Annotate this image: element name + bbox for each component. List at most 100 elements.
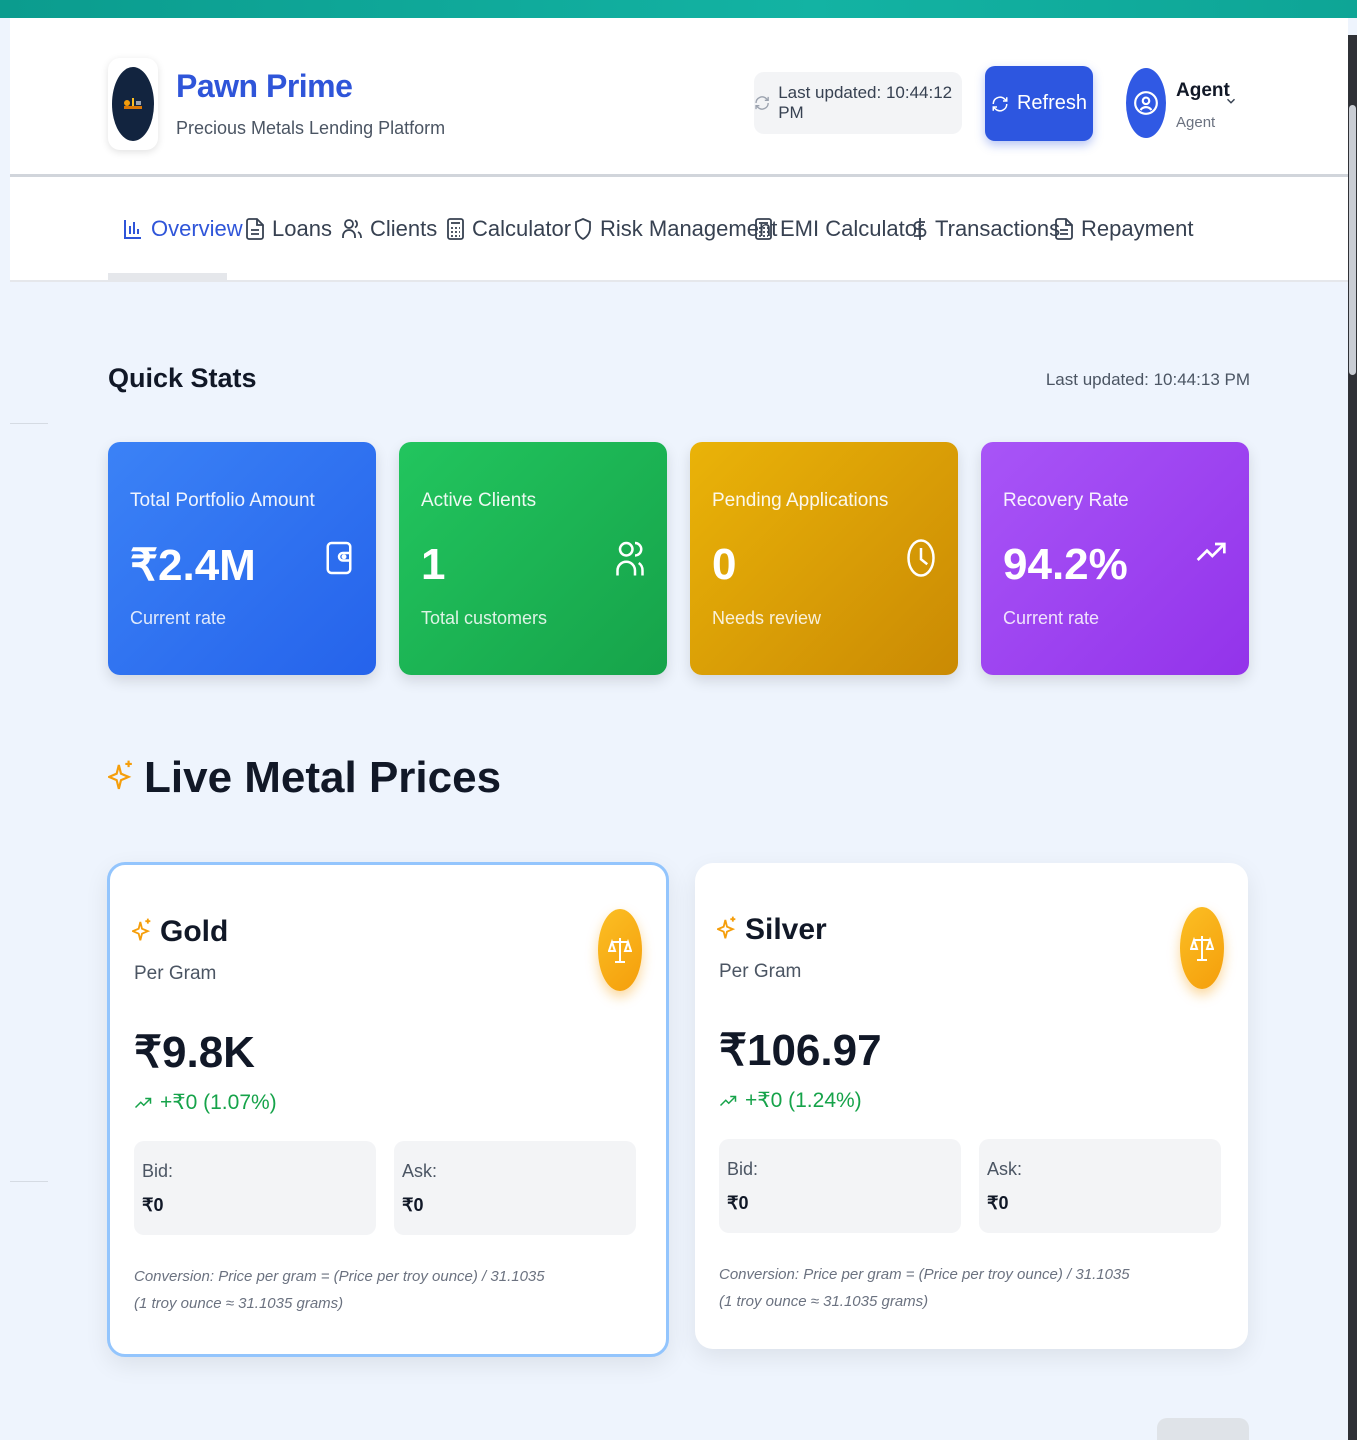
scale-badge (598, 909, 642, 991)
user-circle-icon (1134, 91, 1158, 115)
bid-value: ₹0 (142, 1195, 164, 1215)
stat-label: Pending Applications (712, 490, 889, 511)
bid-label: Bid: (727, 1159, 759, 1179)
refresh-button[interactable]: Refresh (985, 66, 1093, 141)
bid-value: ₹0 (727, 1193, 749, 1213)
tab-emi-calculator[interactable]: EMI Calculator (755, 177, 924, 280)
sparkles-icon (108, 760, 132, 790)
refresh-label: Refresh (1016, 92, 1088, 114)
users-icon (616, 541, 644, 576)
stat-value: 0 (712, 540, 737, 589)
partial-button[interactable] (1157, 1418, 1249, 1440)
tab-overview[interactable]: Overview (123, 177, 243, 280)
ask-box: Ask: ₹0 (979, 1139, 1221, 1233)
live-metal-prices-title: Live Metal Prices (108, 753, 501, 803)
conversion-note: Conversion: Price per gram = (Price per … (719, 1261, 1130, 1315)
shield-icon (575, 217, 591, 240)
sparkles-icon (132, 918, 151, 941)
app-title: Pawn Prime (176, 68, 353, 104)
stat-card-active-clients[interactable]: Active Clients 1 Total customers (399, 442, 667, 675)
wallet-icon (326, 541, 352, 575)
scale-icon (1190, 936, 1214, 961)
user-name[interactable]: Agent (1176, 80, 1230, 102)
conversion-formula: Conversion: Price per gram = (Price per … (134, 1268, 545, 1285)
tab-overview-label: Overview (151, 215, 243, 241)
stat-card-pending-applications[interactable]: Pending Applications 0 Needs review (690, 442, 958, 675)
scrollbar-thumb[interactable] (1349, 105, 1356, 375)
conversion-ratio: (1 troy ounce ≈ 31.1035 grams) (134, 1295, 344, 1312)
user-role: Agent (1176, 114, 1216, 131)
tab-repayment[interactable]: Repayment (1055, 177, 1194, 280)
quick-stats-last-updated: Last updated: 10:44:13 PM (1045, 370, 1250, 389)
metal-name: Gold (132, 915, 228, 949)
file-icon (246, 217, 264, 240)
stat-value: 94.2% (1003, 540, 1128, 589)
ask-value: ₹0 (987, 1193, 1009, 1213)
tab-clients-label: Clients (370, 215, 438, 241)
metal-change: +₹0 (1.07%) (134, 1090, 277, 1115)
scrollbar[interactable] (1348, 35, 1357, 1440)
sparkles-icon (717, 916, 736, 939)
app-header: Pawn Prime Precious Metals Lending Platf… (10, 18, 1348, 177)
metal-change-text: +₹0 (1.07%) (160, 1091, 277, 1114)
scale-badge (1180, 907, 1224, 989)
section-title-text: Live Metal Prices (144, 753, 502, 802)
bar-chart-icon (124, 219, 141, 239)
main-nav: Overview Loans Clients Calculator Risk M… (10, 177, 1348, 282)
ask-label: Ask: (987, 1159, 1023, 1179)
chevron-down-icon[interactable] (1224, 94, 1238, 108)
metal-unit: Per Gram (719, 961, 802, 982)
ask-box: Ask: ₹0 (394, 1141, 636, 1235)
bid-label: Bid: (142, 1161, 174, 1181)
calculator-icon (447, 217, 464, 240)
quick-stats-title: Quick Stats (108, 363, 257, 393)
tab-loans-label: Loans (272, 215, 332, 241)
refresh-icon (992, 96, 1008, 111)
user-avatar[interactable] (1126, 68, 1166, 138)
tab-calculator[interactable]: Calculator (447, 177, 571, 280)
bid-box: Bid: ₹0 (719, 1139, 961, 1233)
tab-clients[interactable]: Clients (342, 177, 437, 280)
metal-change: +₹0 (1.24%) (719, 1088, 862, 1113)
active-tab-indicator (108, 273, 227, 280)
metal-card-silver[interactable]: Silver Per Gram ₹106.97 +₹0 (1.24%) Bid:… (695, 863, 1248, 1349)
dollar-icon (913, 217, 927, 240)
stat-value: 1 (421, 540, 446, 589)
stat-label: Total Portfolio Amount (130, 490, 315, 511)
conversion-ratio: (1 troy ounce ≈ 31.1035 grams) (719, 1293, 929, 1310)
tab-risk-management-label: Risk Management (600, 215, 778, 241)
stat-subtext: Total customers (421, 608, 548, 628)
metal-unit: Per Gram (134, 963, 217, 984)
conversion-formula: Conversion: Price per gram = (Price per … (719, 1266, 1130, 1283)
window-top-accent (0, 0, 1357, 18)
tab-transactions[interactable]: Transactions (913, 177, 1060, 280)
conversion-note: Conversion: Price per gram = (Price per … (134, 1263, 545, 1317)
stat-value: ₹2.4M (130, 541, 256, 590)
left-divider (10, 1181, 48, 1182)
last-updated-indicator: Last updated: 10:44:12 PM (754, 72, 962, 134)
bid-box: Bid: ₹0 (134, 1141, 376, 1235)
last-updated-text: Last updated: 10:44:12 PM (778, 83, 953, 122)
tab-risk-management[interactable]: Risk Management (574, 177, 777, 280)
tab-loans[interactable]: Loans (246, 177, 332, 280)
stat-card-total-portfolio[interactable]: Total Portfolio Amount ₹2.4M Current rat… (108, 442, 376, 675)
tab-emi-calculator-label: EMI Calculator (780, 215, 925, 241)
file-icon (1055, 217, 1073, 240)
metal-card-gold[interactable]: Gold Per Gram ₹9.8K +₹0 (1.07%) Bid: ₹0 … (107, 862, 669, 1357)
clock-icon (907, 539, 935, 577)
app-subtitle: Precious Metals Lending Platform (176, 118, 446, 138)
left-divider (10, 423, 48, 424)
trending-up-icon (134, 1097, 152, 1108)
metal-name-text: Silver (745, 913, 827, 946)
stat-label: Recovery Rate (1003, 490, 1129, 511)
logo (108, 58, 158, 150)
metal-price: ₹106.97 (719, 1026, 882, 1075)
calculator-icon (755, 217, 772, 240)
ask-value: ₹0 (402, 1195, 424, 1215)
metal-price: ₹9.8K (134, 1028, 255, 1077)
users-icon (342, 218, 362, 238)
stat-card-recovery-rate[interactable]: Recovery Rate 94.2% Current rate (981, 442, 1249, 675)
tab-calculator-label: Calculator (472, 215, 572, 241)
page: Pawn Prime Precious Metals Lending Platf… (10, 18, 1348, 1440)
stat-subtext: Needs review (712, 608, 822, 628)
